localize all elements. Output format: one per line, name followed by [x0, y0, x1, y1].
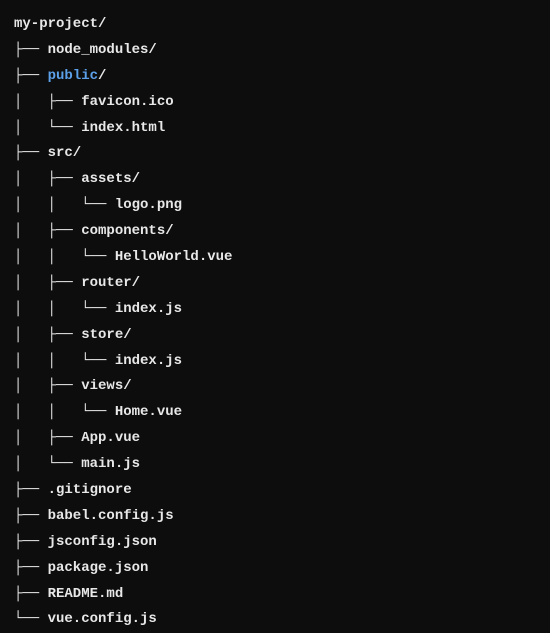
tree-line-jsconfig: ├── jsconfig.json [14, 530, 536, 556]
tree-line-helloworld: │ │ └── HelloWorld.vue [14, 245, 536, 271]
tree-line-readme: ├── README.md [14, 582, 536, 608]
tree-line-views: │ ├── views/ [14, 374, 536, 400]
tree-line-home-vue: │ │ └── Home.vue [14, 400, 536, 426]
tree-line-index-html: │ └── index.html [14, 116, 536, 142]
tree-line-store: │ ├── store/ [14, 323, 536, 349]
tree-line-components: │ ├── components/ [14, 219, 536, 245]
tree-line-router: │ ├── router/ [14, 271, 536, 297]
tree-line-favicon: │ ├── favicon.ico [14, 90, 536, 116]
tree-line-router-index: │ │ └── index.js [14, 297, 536, 323]
tree-line-main-js: │ └── main.js [14, 452, 536, 478]
tree-line-node-modules: ├── node_modules/ [14, 38, 536, 64]
tree-line-assets: │ ├── assets/ [14, 167, 536, 193]
tree-prefix: ├── [14, 68, 48, 84]
tree-line-app-vue: │ ├── App.vue [14, 426, 536, 452]
tree-line-store-index: │ │ └── index.js [14, 349, 536, 375]
public-folder-link[interactable]: public [48, 68, 98, 84]
file-tree: my-project/ ├── node_modules/ ├── public… [14, 12, 536, 633]
tree-line-src: ├── src/ [14, 141, 536, 167]
tree-line-vue-config: └── vue.config.js [14, 607, 536, 633]
tree-line-babel-config: ├── babel.config.js [14, 504, 536, 530]
tree-line-package-json: ├── package.json [14, 556, 536, 582]
tree-suffix: / [98, 68, 106, 84]
tree-line-root: my-project/ [14, 12, 536, 38]
tree-line-gitignore: ├── .gitignore [14, 478, 536, 504]
tree-line-public: ├── public/ [14, 64, 536, 90]
tree-line-logo: │ │ └── logo.png [14, 193, 536, 219]
